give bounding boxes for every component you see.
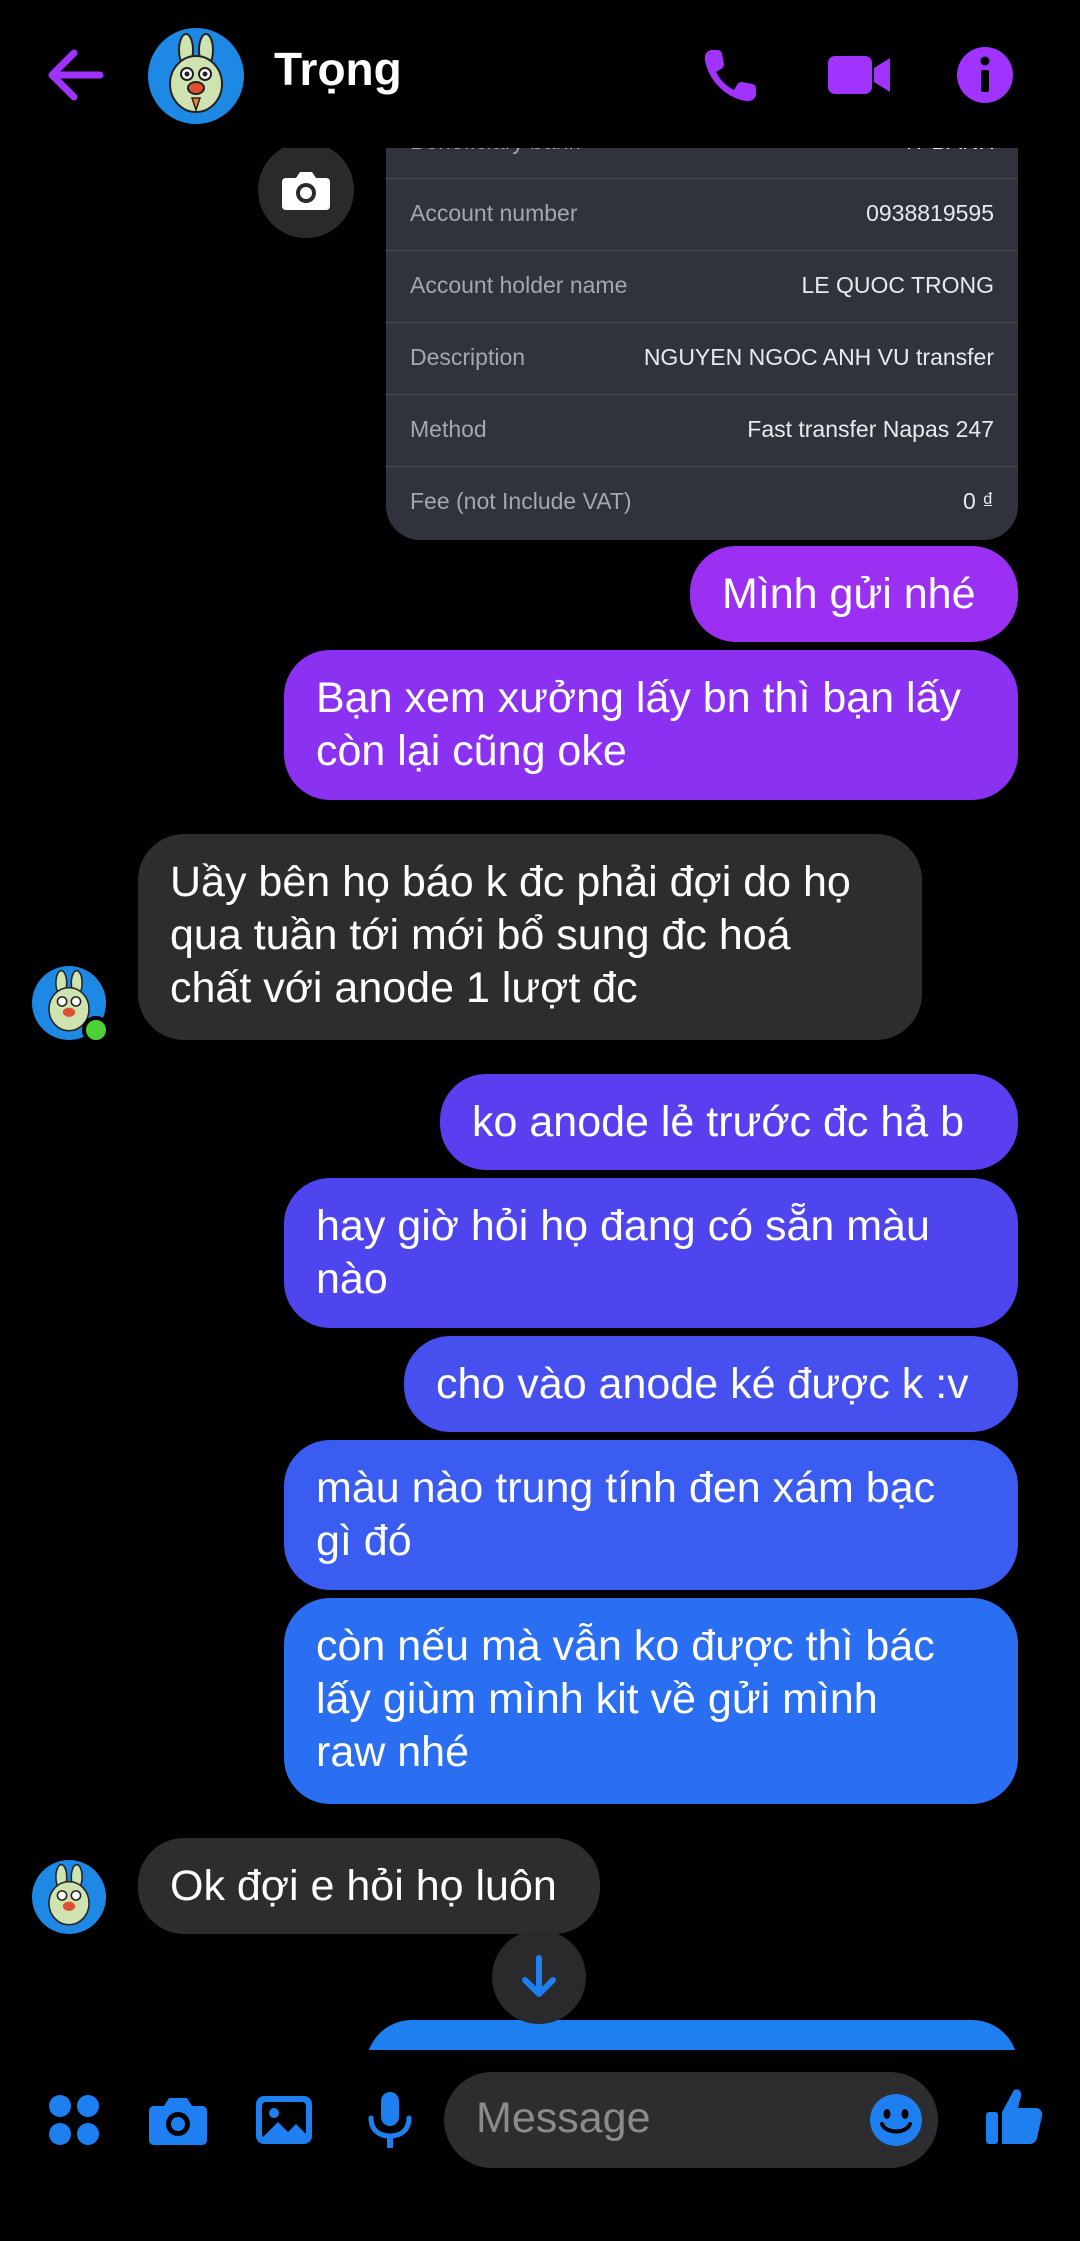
message-input[interactable]: Message bbox=[444, 2072, 938, 2168]
gallery-icon[interactable] bbox=[250, 2086, 318, 2154]
contact-avatar[interactable] bbox=[148, 28, 244, 124]
receipt-row-account-holder: Account holder name LE QUOC TRONG bbox=[386, 250, 1018, 323]
message-bubble-sent[interactable]: Mình gửi nhé bbox=[690, 546, 1018, 642]
emoji-icon[interactable] bbox=[864, 2088, 928, 2152]
message-bubble-sent[interactable]: ko anode lẻ trước đc hả b bbox=[440, 1074, 1018, 1170]
transfer-receipt-image[interactable]: Beneficiary bank TPBANK Account number 0… bbox=[386, 146, 1018, 540]
microphone-icon[interactable] bbox=[356, 2086, 424, 2154]
bunny-avatar-icon bbox=[169, 33, 223, 113]
message-bubble-received[interactable]: Uầy bên họ báo k đc phải đợi do họ qua t… bbox=[138, 834, 922, 1040]
online-status-dot bbox=[82, 1016, 110, 1044]
arrow-down-icon bbox=[522, 1955, 556, 1997]
receipt-row-description: Description NGUYEN NGOC ANH VU transfer bbox=[386, 322, 1018, 395]
scroll-to-bottom-button[interactable] bbox=[492, 1930, 586, 2024]
camera-icon[interactable] bbox=[144, 2086, 212, 2154]
more-apps-icon[interactable] bbox=[40, 2086, 108, 2154]
receipt-row-bank: Beneficiary bank TPBANK bbox=[386, 146, 1018, 179]
camera-icon bbox=[282, 172, 330, 210]
receipt-row-method: Method Fast transfer Napas 247 bbox=[386, 394, 1018, 467]
message-bubble-sent[interactable]: Bạn xem xưởng lấy bn thì bạn lấy còn lại… bbox=[284, 650, 1018, 800]
receipt-row-account-number: Account number 0938819595 bbox=[386, 178, 1018, 251]
message-bubble-sent[interactable]: còn nếu mà vẫn ko được thì bác lấy giùm … bbox=[284, 1598, 1018, 1804]
message-bubble-sent[interactable]: hay giờ hỏi họ đang có sẵn màu nào bbox=[284, 1178, 1018, 1328]
phone-icon[interactable] bbox=[696, 40, 766, 110]
bunny-avatar-icon bbox=[48, 1863, 90, 1926]
message-bubble-sent[interactable]: cho vào anode ké được k :v bbox=[404, 1336, 1018, 1432]
receipt-row-fee: Fee (not Include VAT) 0 ₫ bbox=[410, 488, 994, 514]
chat-header: Trọng bbox=[0, 0, 1080, 148]
save-photo-button[interactable] bbox=[258, 142, 354, 238]
message-bubble-received[interactable]: Ok đợi e hỏi họ luôn bbox=[138, 1838, 600, 1934]
video-call-icon[interactable] bbox=[824, 40, 894, 110]
thumbs-up-icon[interactable] bbox=[980, 2082, 1048, 2150]
back-arrow-icon[interactable] bbox=[40, 40, 110, 110]
contact-name[interactable]: Trọng bbox=[274, 42, 402, 96]
message-bubble-sent[interactable]: màu nào trung tính đen xám bạc gì đó bbox=[284, 1440, 1018, 1590]
info-icon[interactable] bbox=[950, 40, 1020, 110]
sender-avatar[interactable] bbox=[32, 1860, 106, 1934]
